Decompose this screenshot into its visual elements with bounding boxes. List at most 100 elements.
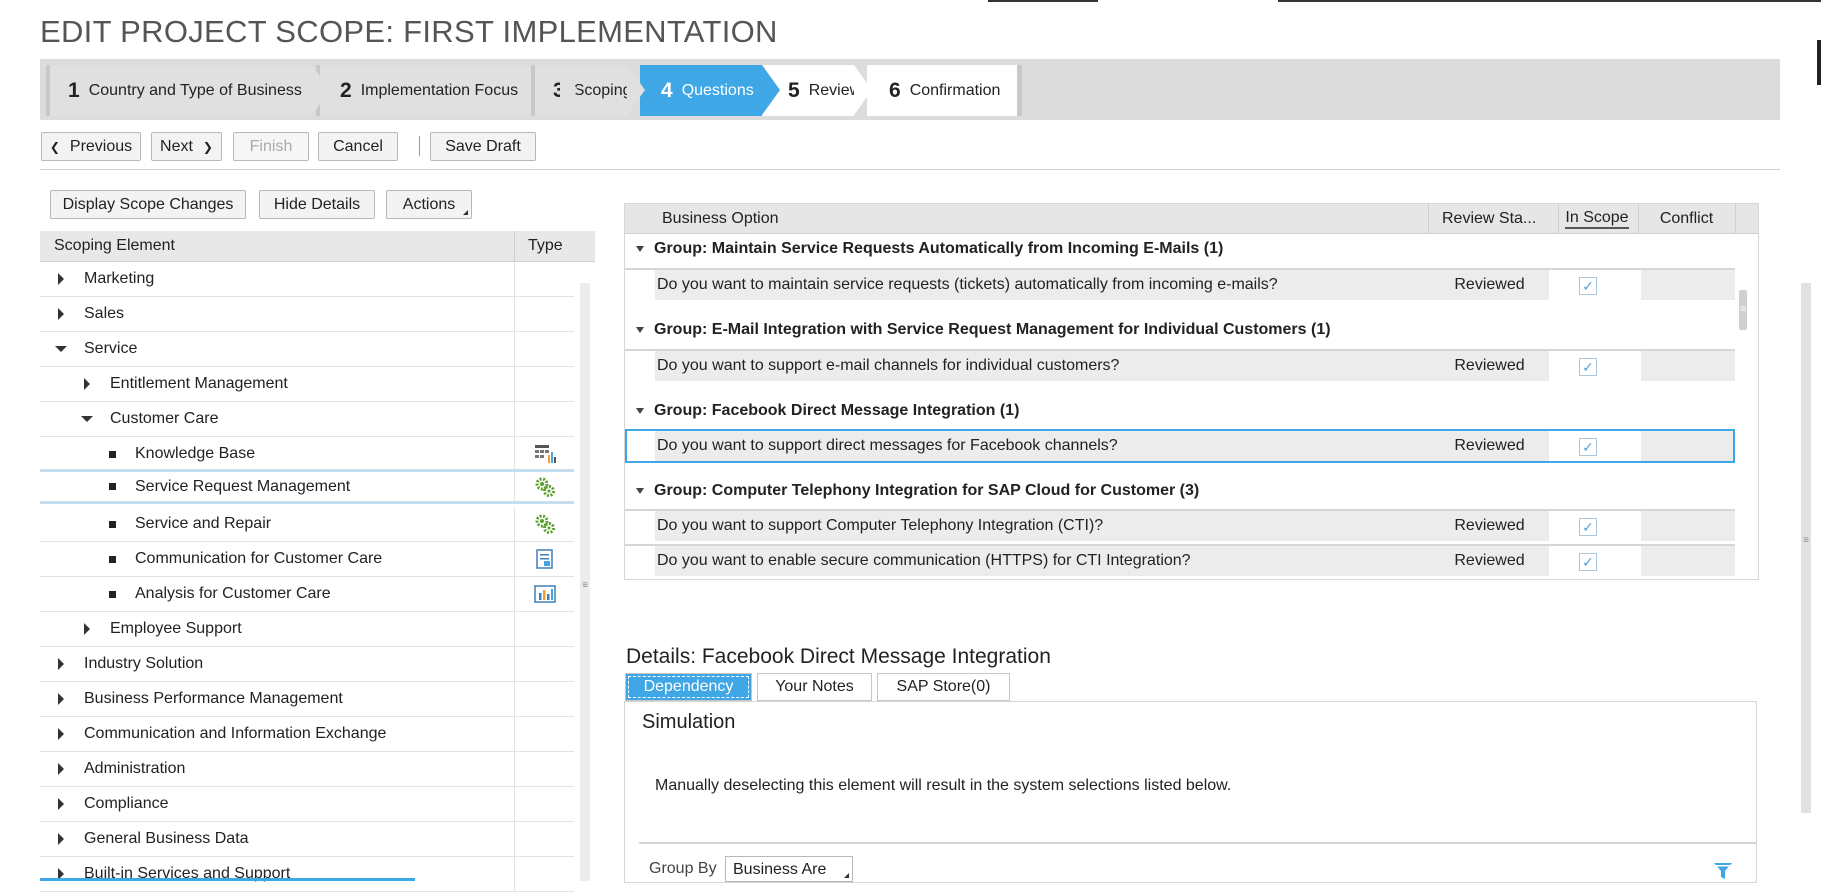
- window-edge: [988, 0, 1098, 2]
- page-scrollbar[interactable]: ≡: [1801, 283, 1811, 813]
- collapse-triangle-icon[interactable]: [636, 327, 644, 333]
- wizard-step-6[interactable]: 6 Confirmation: [867, 65, 1017, 116]
- previous-button[interactable]: ❮ Previous: [41, 132, 141, 161]
- tree-row-marketing[interactable]: Marketing: [40, 262, 574, 297]
- expand-arrow-icon[interactable]: [58, 308, 64, 320]
- collapse-triangle-icon[interactable]: [636, 408, 644, 414]
- tree-row-knowledge-base[interactable]: Knowledge Base: [40, 437, 574, 472]
- conflict-cell: [1641, 546, 1735, 576]
- wizard-roadmap: 1 Country and Type of Business 2 Impleme…: [40, 59, 1780, 120]
- column-header-review-status[interactable]: Review Sta...: [1428, 204, 1548, 233]
- step-number: 5: [788, 78, 800, 102]
- save-draft-button[interactable]: Save Draft: [430, 132, 536, 161]
- tree-row-employee-support[interactable]: Employee Support: [40, 612, 574, 647]
- group-header[interactable]: Group: E-Mail Integration with Service R…: [625, 315, 1735, 345]
- in-scope-checkbox[interactable]: ✓: [1579, 358, 1597, 376]
- leaf-bullet-icon: [109, 483, 116, 490]
- wizard-step-4[interactable]: 4 Questions: [640, 65, 780, 116]
- step-number: 1: [68, 78, 80, 102]
- column-header-type: Type: [528, 237, 563, 254]
- cancel-button[interactable]: Cancel: [318, 132, 398, 161]
- conflict-cell: [1641, 511, 1735, 541]
- expand-arrow-icon[interactable]: [58, 728, 64, 740]
- tree-row-built-in-services-and-support[interactable]: Built-in Services and Support: [40, 857, 574, 892]
- gears-icon: [535, 477, 555, 497]
- tab-sap-store[interactable]: SAP Store(0): [877, 673, 1010, 701]
- conflict-cell: [1641, 431, 1733, 461]
- review-status: Reviewed: [1430, 351, 1549, 381]
- collapse-arrow-icon[interactable]: [55, 346, 67, 352]
- expand-arrow-icon[interactable]: [84, 378, 90, 390]
- in-scope-checkbox[interactable]: ✓: [1579, 277, 1597, 295]
- chevron-left-icon: ❮: [49, 139, 60, 154]
- collapse-triangle-icon[interactable]: [636, 488, 644, 494]
- review-status: Reviewed: [1430, 270, 1549, 300]
- tree-row-administration[interactable]: Administration: [40, 752, 574, 787]
- wizard-step-3[interactable]: 3 Scoping: [531, 65, 645, 116]
- expand-arrow-icon[interactable]: [58, 763, 64, 775]
- step-label: Implementation Focus: [360, 81, 519, 99]
- tab-your-notes[interactable]: Your Notes: [757, 673, 872, 701]
- question-row[interactable]: Do you want to maintain service requests…: [625, 268, 1735, 302]
- group-by-dropdown[interactable]: Business Are: [725, 856, 853, 882]
- collapse-arrow-icon[interactable]: [81, 416, 93, 422]
- tree-row-service-request-management[interactable]: Service Request Management: [40, 469, 574, 504]
- review-status: Reviewed: [1430, 431, 1549, 461]
- expand-arrow-icon[interactable]: [58, 273, 64, 285]
- simulation-message: Manually deselecting this element will r…: [655, 777, 1232, 794]
- next-button[interactable]: Next ❯: [151, 132, 222, 161]
- in-scope-checkbox[interactable]: ✓: [1579, 553, 1597, 571]
- collapse-triangle-icon[interactable]: [636, 246, 644, 252]
- tree-row-analysis-for-customer-care[interactable]: Analysis for Customer Care: [40, 577, 574, 612]
- tree-row-compliance[interactable]: Compliance: [40, 787, 574, 822]
- divider: [639, 842, 1756, 844]
- finish-button[interactable]: Finish: [233, 132, 309, 161]
- hide-details-button[interactable]: Hide Details: [259, 190, 375, 219]
- tab-dependency[interactable]: Dependency: [625, 673, 752, 701]
- group-header[interactable]: Group: Facebook Direct Message Integrati…: [625, 396, 1735, 426]
- tree-row-industry-solution[interactable]: Industry Solution: [40, 647, 574, 682]
- tree-row-customer-care[interactable]: Customer Care: [40, 402, 574, 437]
- bar-chart-icon: [534, 585, 556, 603]
- group-header[interactable]: Group: Maintain Service Requests Automat…: [625, 234, 1735, 264]
- dropdown-corner-icon: [844, 873, 849, 878]
- expand-arrow-icon[interactable]: [58, 798, 64, 810]
- table-header: Business Option Review Sta... In Scope C…: [625, 204, 1758, 234]
- expand-arrow-icon[interactable]: [58, 693, 64, 705]
- expand-arrow-icon[interactable]: [58, 658, 64, 670]
- tree-row-general-business-data[interactable]: General Business Data: [40, 822, 574, 857]
- table-chart-icon: [535, 445, 556, 463]
- actions-menu-button[interactable]: Actions: [386, 190, 472, 219]
- tree-row-communication-for-customer-care[interactable]: Communication for Customer Care: [40, 542, 574, 577]
- tree-scrollbar[interactable]: ≡: [580, 283, 590, 881]
- tree-row-sales[interactable]: Sales: [40, 297, 574, 332]
- table-scrollbar[interactable]: ≡: [1738, 234, 1748, 579]
- column-header-business-option[interactable]: Business Option: [662, 204, 779, 233]
- chevron-right-icon: ❯: [202, 139, 213, 154]
- gears-icon: [535, 514, 555, 534]
- questions-table: Business Option Review Sta... In Scope C…: [624, 203, 1759, 580]
- question-row[interactable]: Do you want to support Computer Telephon…: [625, 509, 1735, 543]
- column-header-in-scope[interactable]: In Scope: [1558, 204, 1635, 233]
- tree-row-business-performance-management[interactable]: Business Performance Management: [40, 682, 574, 717]
- question-row[interactable]: Do you want to enable secure communicati…: [625, 544, 1735, 578]
- group-header[interactable]: Group: Computer Telephony Integration fo…: [625, 476, 1735, 506]
- wizard-step-2[interactable]: 2 Implementation Focus: [316, 65, 578, 116]
- column-header-conflict[interactable]: Conflict: [1638, 204, 1734, 233]
- expand-arrow-icon[interactable]: [58, 833, 64, 845]
- in-scope-checkbox[interactable]: ✓: [1579, 518, 1597, 536]
- tree-row-service[interactable]: Service: [40, 332, 574, 367]
- expand-arrow-icon[interactable]: [84, 623, 90, 635]
- tree-row-service-and-repair[interactable]: Service and Repair: [40, 507, 574, 542]
- conflict-cell: [1641, 270, 1735, 300]
- wizard-step-1[interactable]: 1 Country and Type of Business: [46, 65, 330, 116]
- tree-row-entitlement-management[interactable]: Entitlement Management: [40, 367, 574, 402]
- in-scope-checkbox[interactable]: ✓: [1579, 438, 1597, 456]
- filter-icon[interactable]: [1713, 862, 1733, 880]
- tree-row-communication-and-information-exchange[interactable]: Communication and Information Exchange: [40, 717, 574, 752]
- column-header-scoping-element: Scoping Element: [54, 237, 175, 254]
- step-number: 4: [661, 78, 673, 102]
- question-row[interactable]: Do you want to support e-mail channels f…: [625, 349, 1735, 383]
- question-row-selected[interactable]: Do you want to support direct messages f…: [625, 429, 1735, 463]
- display-scope-changes-button[interactable]: Display Scope Changes: [50, 190, 246, 219]
